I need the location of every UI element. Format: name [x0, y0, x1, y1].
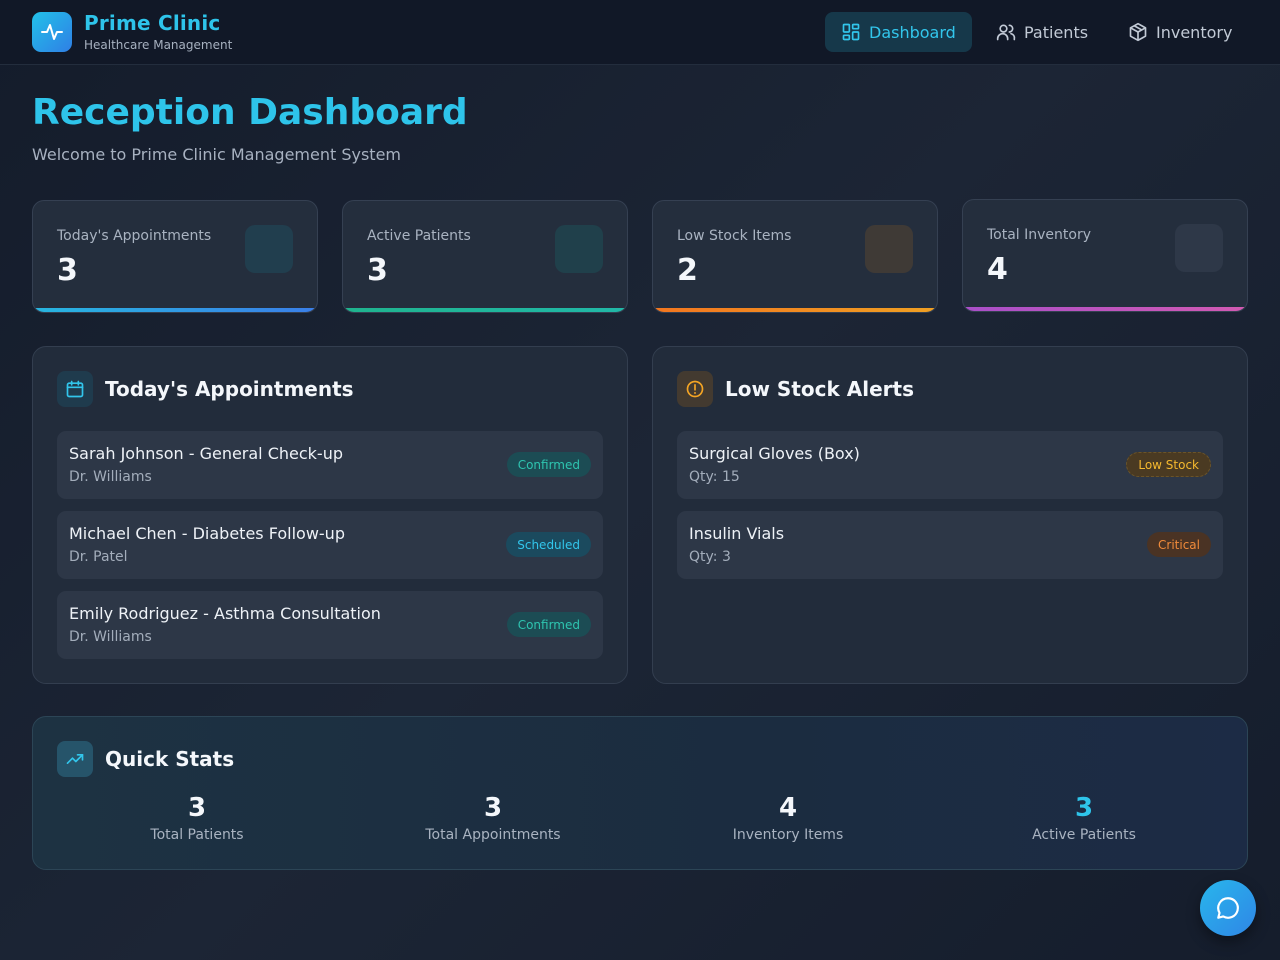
appointment-row[interactable]: Emily Rodriguez - Asthma Consultation Dr…: [57, 591, 603, 659]
stock-item-name: Insulin Vials: [689, 524, 785, 543]
quick-stat-label: Total Appointments: [425, 827, 561, 843]
quick-stat: 3 Total Appointments: [345, 793, 641, 843]
users-icon: [996, 24, 1016, 41]
stat-value: 3: [57, 253, 78, 288]
nav-inventory[interactable]: Inventory: [1112, 12, 1248, 52]
trending-up-icon: [66, 754, 84, 764]
status-badge: Critical: [1147, 532, 1211, 557]
stat-value: 3: [367, 253, 388, 288]
appointments-panel: Today's Appointments Sarah Johnson - Gen…: [32, 346, 628, 684]
stat-label: Total Inventory: [987, 227, 1092, 243]
nav-patients[interactable]: Patients: [980, 12, 1104, 52]
stat-icon-tile: [865, 225, 913, 273]
status-badge: Confirmed: [506, 612, 591, 637]
stock-item-name: Surgical Gloves (Box): [689, 444, 860, 463]
stock-row[interactable]: Insulin Vials Qty: 3 Critical: [677, 511, 1223, 579]
stat-accent-bar: [963, 307, 1247, 311]
stat-value: 2: [677, 253, 698, 288]
calendar-icon: [66, 380, 84, 398]
stock-item-qty: Qty: 3: [689, 549, 731, 565]
stat-label: Active Patients: [367, 228, 471, 244]
appointment-row[interactable]: Sarah Johnson - General Check-up Dr. Wil…: [57, 431, 603, 499]
alert-circle-icon: [686, 380, 704, 398]
appointment-title: Michael Chen - Diabetes Follow-up: [69, 524, 345, 543]
page-subtitle: Welcome to Prime Clinic Management Syste…: [32, 145, 402, 164]
stat-card-active-patients: Active Patients 3: [342, 200, 628, 313]
stat-icon-tile: [1175, 224, 1223, 272]
stat-label: Today's Appointments: [57, 228, 212, 244]
grid-icon: [842, 23, 860, 41]
quick-stat: 3 Total Patients: [49, 793, 345, 843]
stat-accent-bar: [33, 308, 317, 312]
appointment-doctor: Dr. Williams: [69, 469, 152, 485]
quick-stat-label: Total Patients: [150, 827, 244, 843]
logo[interactable]: [32, 12, 72, 52]
panel-title: Today's Appointments: [105, 377, 354, 401]
panel-icon-box: [677, 371, 713, 407]
appointment-row[interactable]: Michael Chen - Diabetes Follow-up Dr. Pa…: [57, 511, 603, 579]
box-icon: [1129, 22, 1147, 42]
appointment-doctor: Dr. Williams: [69, 629, 152, 645]
appointment-title: Sarah Johnson - General Check-up: [69, 444, 343, 463]
nav-dashboard[interactable]: Dashboard: [825, 12, 972, 52]
quick-stats-title: Quick Stats: [105, 747, 235, 771]
stat-icon-tile: [245, 225, 293, 273]
nav-dashboard-label: Dashboard: [869, 22, 956, 42]
panel-icon-box: [57, 371, 93, 407]
status-badge: Scheduled: [506, 532, 591, 557]
quick-stat-value: 3: [483, 793, 503, 823]
brand-title: Prime Clinic: [84, 11, 221, 35]
stat-label: Low Stock Items: [677, 228, 792, 244]
stat-card-total-inventory: Total Inventory 4: [962, 199, 1248, 312]
stat-card-low-stock: Low Stock Items 2: [652, 200, 938, 313]
appointment-title: Emily Rodriguez - Asthma Consultation: [69, 604, 381, 623]
panel-icon-box: [57, 741, 93, 777]
stat-accent-bar: [343, 308, 627, 312]
quick-stat-label: Active Patients: [1032, 827, 1136, 843]
stock-row[interactable]: Surgical Gloves (Box) Qty: 15 Low Stock: [677, 431, 1223, 499]
nav-inventory-label: Inventory: [1156, 22, 1233, 42]
quick-stats-panel: Quick Stats 3 Total Patients 3 Total App…: [32, 716, 1248, 870]
pulse-icon: [41, 24, 63, 40]
quick-stat-value: 3: [1074, 793, 1094, 823]
quick-stat-value: 3: [187, 793, 207, 823]
stat-icon-tile: [555, 225, 603, 273]
chat-icon: [1217, 897, 1239, 919]
stat-value: 4: [987, 252, 1008, 287]
chat-button[interactable]: [1200, 880, 1256, 936]
low-stock-panel: Low Stock Alerts Surgical Gloves (Box) Q…: [652, 346, 1248, 684]
stat-card-appointments: Today's Appointments 3: [32, 200, 318, 313]
quick-stat-label: Inventory Items: [732, 827, 844, 843]
appointment-doctor: Dr. Patel: [69, 549, 128, 565]
quick-stat: 4 Inventory Items: [640, 793, 936, 843]
nav-patients-label: Patients: [1024, 22, 1089, 42]
status-badge: Confirmed: [506, 452, 591, 477]
quick-stat: 3 Active Patients: [936, 793, 1232, 843]
stat-accent-bar: [653, 308, 937, 312]
stock-item-qty: Qty: 15: [689, 469, 740, 485]
page-title: Reception Dashboard: [32, 92, 468, 133]
brand-subtitle: Healthcare Management: [84, 38, 233, 52]
top-bar: Prime Clinic Healthcare Management Dashb…: [0, 0, 1280, 65]
quick-stat-value: 4: [778, 793, 798, 823]
panel-title: Low Stock Alerts: [725, 377, 914, 401]
status-badge: Low Stock: [1126, 452, 1211, 477]
